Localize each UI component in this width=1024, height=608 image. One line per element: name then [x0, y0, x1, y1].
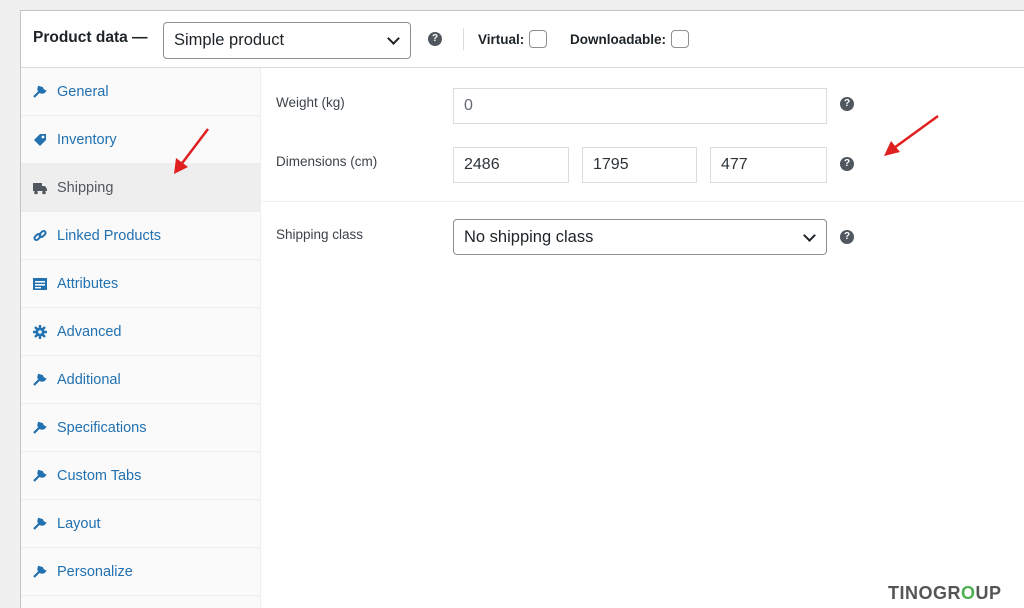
- tab-label: Layout: [57, 516, 101, 532]
- tab-label: Personalize: [57, 564, 133, 580]
- annotation-arrow-icon: [174, 128, 209, 174]
- tab-layout[interactable]: Layout: [21, 500, 261, 548]
- tab-linked-products[interactable]: Linked Products: [21, 212, 261, 260]
- truck-icon: [33, 183, 47, 195]
- tab-attributes[interactable]: Attributes: [21, 260, 261, 308]
- height-value: 477: [721, 156, 748, 173]
- height-input[interactable]: 477: [710, 147, 827, 183]
- list-icon: [33, 278, 47, 290]
- link-icon: [33, 229, 47, 242]
- weight-label: Weight (kg): [276, 95, 345, 110]
- tab-label: Additional: [57, 372, 121, 388]
- tab-label: Shipping: [57, 180, 114, 196]
- tab-label: Linked Products: [57, 228, 161, 244]
- annotation-arrow-icon: [884, 114, 939, 156]
- tag-icon: [34, 134, 46, 146]
- gear-icon: [33, 325, 47, 339]
- tab-label: Attributes: [57, 276, 119, 292]
- wrench-icon: [33, 85, 47, 98]
- wrench-icon: [33, 421, 47, 434]
- product-type-select[interactable]: Simple product: [163, 22, 411, 59]
- shipping-class-select[interactable]: No shipping class: [453, 219, 827, 255]
- wrench-icon: [33, 469, 47, 482]
- tab-custom-tabs[interactable]: Custom Tabs: [21, 452, 261, 500]
- dimensions-label: Dimensions (cm): [276, 154, 378, 169]
- shipping-class-label: Shipping class: [276, 227, 364, 242]
- tab-label: Custom Tabs: [57, 468, 142, 484]
- width-value: 1795: [593, 156, 629, 173]
- tab-additional[interactable]: Additional: [21, 356, 261, 404]
- weight-value: 0: [464, 97, 473, 114]
- product-data-title: Product data —: [33, 29, 148, 46]
- help-icon[interactable]: ?: [428, 32, 442, 46]
- tab-label: Inventory: [57, 132, 117, 148]
- virtual-checkbox[interactable]: [529, 30, 547, 48]
- section-divider: [262, 201, 1024, 202]
- tab-label: Advanced: [57, 324, 122, 340]
- virtual-label: Virtual:: [478, 32, 525, 47]
- wrench-icon: [33, 565, 47, 578]
- weight-input[interactable]: 0: [453, 88, 827, 124]
- tab-advanced[interactable]: Advanced: [21, 308, 261, 356]
- tab-personalize[interactable]: Personalize: [21, 548, 261, 596]
- help-icon[interactable]: ?: [840, 97, 854, 111]
- product-type-value: Simple product: [174, 31, 285, 49]
- tab-shipping[interactable]: Shipping: [21, 164, 261, 212]
- tab-general[interactable]: General: [21, 68, 261, 116]
- shipping-class-value: No shipping class: [464, 228, 594, 246]
- help-icon[interactable]: ?: [840, 230, 854, 244]
- tab-label: Specifications: [57, 420, 147, 436]
- product-data-header: Product data — Simple product ? Virtual:…: [21, 11, 1024, 68]
- header-separator: [463, 28, 464, 50]
- tab-inventory[interactable]: Inventory: [21, 116, 261, 164]
- downloadable-checkbox[interactable]: [671, 30, 689, 48]
- product-data-tabs: General Inventory Shipping Linked Produc…: [21, 68, 261, 608]
- width-input[interactable]: 1795: [582, 147, 697, 183]
- chevron-down-icon: [803, 229, 816, 242]
- help-icon[interactable]: ?: [840, 157, 854, 171]
- chevron-down-icon: [387, 32, 400, 45]
- watermark-logo: TINOGROUP: [888, 583, 1002, 603]
- tab-label: General: [57, 84, 109, 100]
- length-input[interactable]: 2486: [453, 147, 569, 183]
- length-value: 2486: [464, 156, 500, 173]
- wrench-icon: [33, 517, 47, 530]
- tab-specifications[interactable]: Specifications: [21, 404, 261, 452]
- wrench-icon: [33, 373, 47, 386]
- product-data-panel: Product data — Simple product ? Virtual:…: [20, 10, 1024, 608]
- downloadable-label: Downloadable:: [570, 32, 667, 47]
